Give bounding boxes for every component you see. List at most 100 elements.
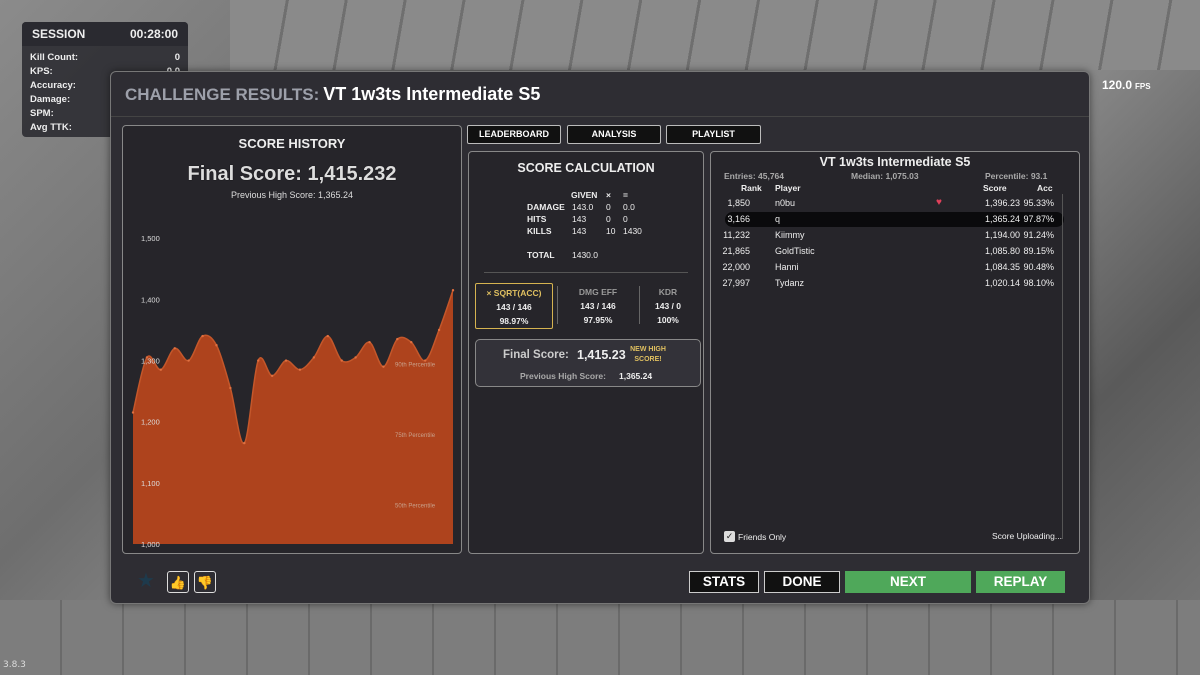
col-header-score: Score bbox=[983, 183, 1007, 193]
history-final-label: Final Score: bbox=[187, 163, 302, 185]
leaderboard-row-current-player[interactable]: 3,166 q 1,365.24 97.87% bbox=[725, 212, 1064, 227]
y-tick-label: 1,200 bbox=[141, 418, 160, 427]
history-final-value: 1,415.232 bbox=[307, 163, 397, 185]
col-header-player: Player bbox=[775, 183, 801, 193]
calc-head-equals: = bbox=[623, 190, 628, 200]
leaderboard-percentile: Percentile: 93.1 bbox=[985, 171, 1048, 181]
title-divider bbox=[111, 116, 1089, 117]
leaderboard-entries: Entries: 45,764 bbox=[724, 171, 785, 181]
modal-title: CHALLENGE RESULTS: VT 1w3ts Intermediate … bbox=[125, 84, 540, 105]
score-point bbox=[187, 359, 190, 362]
calc-row-result: 1430 bbox=[623, 226, 642, 236]
title-prefix: CHALLENGE RESULTS: bbox=[125, 85, 320, 104]
score-point bbox=[243, 441, 246, 445]
session-row-label: Accuracy: bbox=[30, 79, 76, 91]
session-row: Kill Count: 0 bbox=[22, 50, 188, 64]
score-point bbox=[368, 340, 371, 344]
stat-percent: 97.95% bbox=[583, 315, 613, 325]
tab-leaderboard[interactable]: LEADERBOARD bbox=[467, 125, 561, 144]
score-point bbox=[340, 359, 343, 362]
leaderboard-row[interactable]: 21,865 GoldTistic 1,085.80 89.15% bbox=[722, 244, 1064, 259]
stat-ratio: 143 / 0 bbox=[655, 301, 681, 311]
tab-playlist[interactable]: PLAYLIST bbox=[666, 125, 761, 144]
leaderboard-scrollbar[interactable] bbox=[1062, 194, 1063, 539]
final-score-label: Final Score: bbox=[503, 349, 569, 361]
new-high-score-badge: NEW HIGH SCORE! bbox=[630, 346, 666, 363]
stat-label: DMG EFF bbox=[578, 287, 618, 297]
replay-button[interactable]: REPLAY bbox=[976, 571, 1065, 593]
percentile-label: 90th Percentile bbox=[395, 363, 436, 369]
row-player: Tydanz bbox=[775, 278, 805, 288]
y-tick-label: 1,500 bbox=[141, 234, 160, 243]
checkbox-checked-icon[interactable]: ✓ bbox=[724, 531, 735, 542]
scenario-name: VT 1w3ts Intermediate S5 bbox=[323, 84, 541, 104]
fps-value: 120.0 bbox=[1102, 78, 1133, 92]
row-player: Kiimmy bbox=[775, 230, 805, 240]
calc-row-label: KILLS bbox=[527, 226, 552, 236]
history-previous-high: Previous High Score: 1,365.24 bbox=[230, 190, 354, 200]
calc-row-given: 143.0 bbox=[572, 202, 594, 212]
leaderboard-row[interactable]: 27,997 Tydanz 1,020.14 98.10% bbox=[722, 276, 1064, 291]
leaderboard-row[interactable]: 1,850 n0bu ♥ 1,396.23 95.33% bbox=[725, 196, 1064, 211]
calc-row-given: 143 bbox=[572, 226, 587, 236]
row-player: n0bu bbox=[775, 198, 796, 208]
previous-high-value: 1,365.24 bbox=[619, 371, 653, 381]
calc-total-value: 1430.0 bbox=[572, 250, 598, 260]
fps-unit: FPS bbox=[1135, 82, 1151, 91]
calc-row-label: DAMAGE bbox=[527, 202, 565, 212]
row-acc: 90.48% bbox=[1023, 262, 1054, 272]
stat-ratio: 143 / 146 bbox=[580, 301, 616, 311]
y-tick-label: 1,000 bbox=[141, 540, 160, 548]
calc-head-times: × bbox=[606, 190, 611, 200]
thumbs-up-icon[interactable]: 👍 bbox=[167, 571, 189, 593]
stat-ratio: 143 / 146 bbox=[496, 302, 532, 312]
row-acc: 91.24% bbox=[1023, 230, 1054, 240]
session-title: SESSION bbox=[32, 27, 86, 41]
calc-head-given: GIVEN bbox=[571, 190, 598, 200]
row-player: GoldTistic bbox=[775, 246, 815, 256]
score-calculation-title: SCORE CALCULATION bbox=[517, 161, 655, 175]
row-player: Hanni bbox=[775, 262, 799, 272]
stat-label: KDR bbox=[658, 287, 678, 297]
background-wall-top bbox=[230, 0, 1200, 70]
score-history-panel: SCORE HISTORY Final Score: 1,415.232 Pre… bbox=[122, 125, 462, 554]
row-rank: 11,232 bbox=[723, 230, 750, 240]
leaderboard-row[interactable]: 22,000 Hanni 1,084.35 90.48% bbox=[722, 260, 1064, 275]
row-score: 1,084.35 bbox=[984, 262, 1020, 272]
stat-percent: 100% bbox=[657, 315, 679, 325]
calc-row-given: 143 bbox=[572, 214, 587, 224]
col-header-rank: Rank bbox=[741, 183, 762, 193]
score-point bbox=[396, 337, 399, 341]
session-row-label: Avg TTK: bbox=[30, 121, 72, 133]
score-point bbox=[229, 386, 232, 390]
score-point bbox=[451, 289, 455, 292]
session-header: SESSION 00:28:00 bbox=[22, 22, 188, 46]
thumbs-down-icon[interactable]: 👎 bbox=[194, 571, 216, 593]
background-floor bbox=[0, 600, 1200, 675]
stat-percent: 98.97% bbox=[499, 316, 529, 326]
history-final-score: Final Score: 1,415.232 bbox=[123, 163, 461, 186]
fps-counter: 120.0 FPS bbox=[1102, 78, 1151, 92]
score-point bbox=[354, 356, 357, 359]
next-button[interactable]: NEXT bbox=[845, 571, 971, 593]
friends-only-toggle[interactable]: ✓ Friends Only bbox=[724, 531, 786, 542]
row-score: 1,085.80 bbox=[984, 246, 1020, 256]
col-header-acc: Acc bbox=[1037, 183, 1053, 193]
row-acc: 89.15% bbox=[1023, 246, 1054, 256]
stat-separator bbox=[557, 286, 558, 324]
row-rank: 21,865 bbox=[722, 246, 750, 256]
heart-badge-icon: ♥ bbox=[936, 197, 942, 208]
row-acc: 98.10% bbox=[1023, 278, 1054, 288]
star-favorite-icon[interactable]: ★ bbox=[135, 571, 157, 593]
score-point bbox=[312, 356, 316, 359]
row-rank: 27,997 bbox=[722, 278, 750, 288]
leaderboard-panel: VT 1w3ts Intermediate S5 Entries: 45,764… bbox=[710, 151, 1080, 554]
calc-total-label: TOTAL bbox=[527, 250, 555, 260]
tab-analysis[interactable]: ANALYSIS bbox=[567, 125, 661, 144]
done-button[interactable]: DONE bbox=[764, 571, 840, 593]
row-score: 1,365.24 bbox=[984, 214, 1020, 224]
leaderboard-row[interactable]: 11,232 Kiimmy 1,194.00 91.24% bbox=[723, 228, 1064, 243]
session-row-value: 0 bbox=[174, 51, 180, 63]
stats-button[interactable]: STATS bbox=[689, 571, 759, 593]
percentile-label: 50th Percentile bbox=[395, 503, 436, 509]
